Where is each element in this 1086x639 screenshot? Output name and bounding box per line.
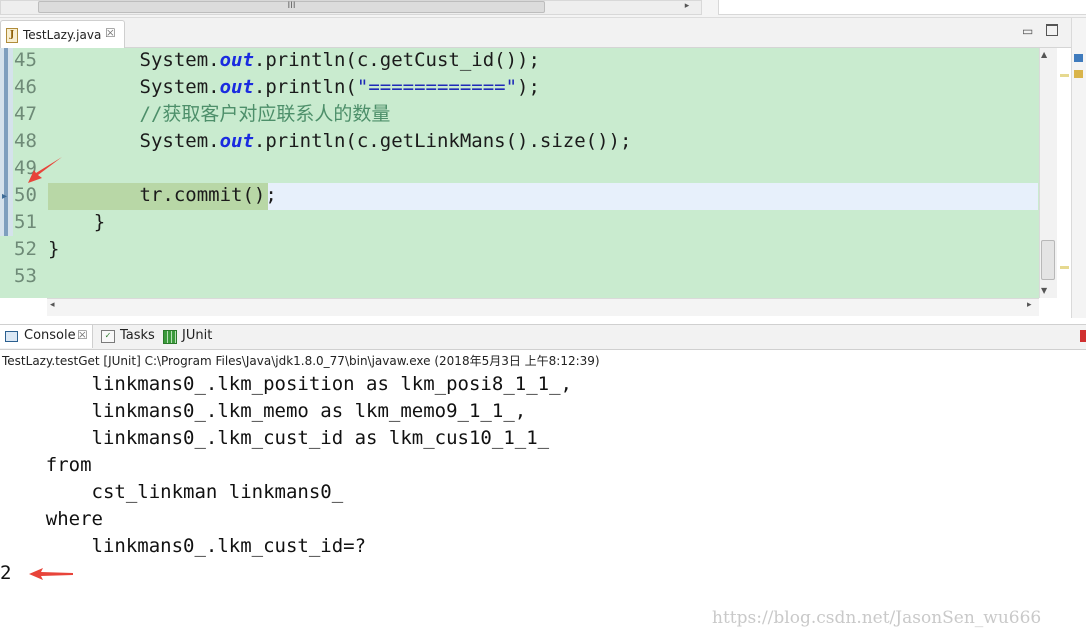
code-keyword: out	[219, 49, 254, 71]
scroll-right-icon[interactable]: ▸	[1027, 300, 1032, 310]
vertical-scroll-thumb[interactable]	[1041, 240, 1055, 280]
line-number: 45	[14, 49, 37, 71]
scroll-up-icon[interactable]: ▲	[1041, 50, 1047, 59]
code-text: System.	[48, 49, 220, 71]
code-line: System.out.println(c.getLinkMans().size(…	[48, 128, 632, 155]
minimize-icon[interactable]: ▭	[1022, 24, 1033, 38]
terminate-icon[interactable]	[1080, 330, 1086, 342]
console-output-line: where	[0, 508, 103, 530]
code-line: }	[48, 211, 106, 233]
console-output-line: cst_linkman linkmans0_	[0, 481, 344, 503]
outline-icon[interactable]	[1074, 54, 1083, 62]
line-number: 50	[14, 184, 37, 206]
change-ruler-mark	[4, 48, 8, 236]
code-text: System.	[48, 76, 220, 98]
console-output-line: linkmans0_.lkm_memo as lkm_memo9_1_1_,	[0, 400, 527, 422]
task-list-icon[interactable]	[1074, 70, 1083, 78]
code-text: );	[517, 76, 540, 98]
code-line: System.out.println(c.getCust_id());	[48, 47, 540, 74]
code-line-current: tr.commit();	[48, 184, 277, 206]
close-icon[interactable]: ☒	[77, 328, 88, 342]
editor-tab-label: TestLazy.java	[23, 28, 102, 42]
code-text: .println(c.getCust_id());	[253, 49, 540, 71]
tab-console-label[interactable]: Console	[24, 328, 76, 343]
editor-horizontal-scrollbar[interactable]	[47, 298, 1039, 316]
console-output-line: linkmans0_.lkm_cust_id as lkm_cus10_1_1_	[0, 427, 550, 449]
scroll-left-icon[interactable]: ◂	[50, 300, 55, 310]
overview-mark	[1060, 266, 1069, 269]
annotation-arrow-icon	[28, 157, 62, 183]
overview-ruler	[1057, 48, 1071, 298]
top-scroll-thumb[interactable]: III	[38, 1, 545, 13]
java-file-icon: J	[6, 28, 18, 43]
code-text: .println(c.getLinkMans().size());	[253, 130, 632, 152]
code-text: .println(	[253, 76, 357, 98]
line-number: 53	[14, 265, 37, 287]
close-icon[interactable]: ☒	[105, 26, 116, 40]
code-keyword: out	[219, 76, 254, 98]
console-output-result: 2	[0, 562, 12, 584]
line-number: 47	[14, 103, 37, 125]
overview-mark	[1060, 74, 1069, 77]
tasks-icon: ✓	[101, 330, 115, 343]
code-keyword: out	[219, 130, 254, 152]
watermark: https://blog.csdn.net/JasonSen_wu666	[712, 608, 1042, 628]
tab-tasks[interactable]: Tasks	[120, 328, 155, 343]
tab-junit[interactable]: JUnit	[182, 328, 212, 343]
code-text: System.	[48, 130, 220, 152]
annotation-arrow-icon	[29, 568, 73, 580]
console-icon	[5, 331, 18, 342]
code-string: "============"	[356, 76, 518, 98]
scroll-down-icon[interactable]: ▼	[1041, 286, 1047, 295]
console-output-line: from	[0, 454, 92, 476]
tab-testlazy-java[interactable]: J TestLazy.java ☒	[0, 20, 125, 48]
debug-pointer-icon: ▸	[2, 191, 8, 202]
line-number: 52	[14, 238, 37, 260]
top-right-panel	[718, 0, 1086, 15]
code-comment: //获取客户对应联系人的数量	[48, 103, 391, 125]
console-output-line: linkmans0_.lkm_cust_id=?	[0, 535, 367, 557]
top-scroll-right-arrow-icon[interactable]: ▸	[680, 0, 694, 13]
right-toolbar	[1071, 18, 1086, 318]
line-number: 51	[14, 211, 37, 233]
junit-icon	[163, 330, 177, 344]
code-line: System.out.println("============");	[48, 74, 540, 101]
launch-description: TestLazy.testGet [JUnit] C:\Program File…	[2, 354, 600, 368]
maximize-icon[interactable]	[1046, 24, 1058, 36]
line-number: 46	[14, 76, 37, 98]
code-line: }	[48, 238, 60, 260]
line-number: 48	[14, 130, 37, 152]
console-output-line: linkmans0_.lkm_position as lkm_posi8_1_1…	[0, 373, 572, 395]
editor-tab-bar	[0, 18, 1086, 48]
